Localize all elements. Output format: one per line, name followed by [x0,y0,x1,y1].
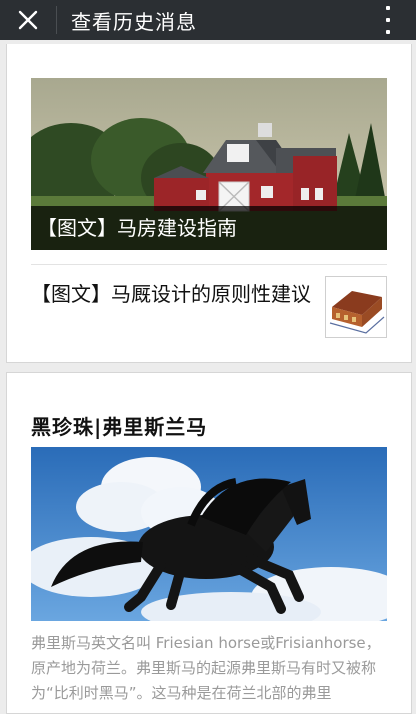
top-bar: 查看历史消息 [0,0,416,40]
header-divider [56,6,57,34]
close-icon [18,10,38,30]
article-description: 弗里斯马英文名叫 Friesian horse或Frisianhorse，原产地… [31,634,381,702]
article-thumbnail [325,276,387,338]
article-title: 【图文】马厩设计的原则性建议 [31,282,311,306]
horse-image [31,447,387,621]
list-item-article[interactable]: 【图文】马厩设计的原则性建议 [31,272,387,348]
cover-caption: 【图文】马房建设指南 [31,206,387,250]
divider [31,264,387,265]
cover-article[interactable]: 【图文】马房建设指南 [31,78,387,250]
more-vertical-icon[interactable] [378,6,398,34]
close-button[interactable] [0,0,56,40]
article-card-stable: 【图文】马房建设指南 【图文】马厩设计的原则性建议 [6,44,412,363]
article-card-horse[interactable]: 黑珍珠|弗里斯兰马 弗里斯马英文名叫 Friesian horse或Frisia… [6,372,412,714]
article-heading: 黑珍珠|弗里斯兰马 [31,415,208,439]
page-title: 查看历史消息 [71,9,197,34]
